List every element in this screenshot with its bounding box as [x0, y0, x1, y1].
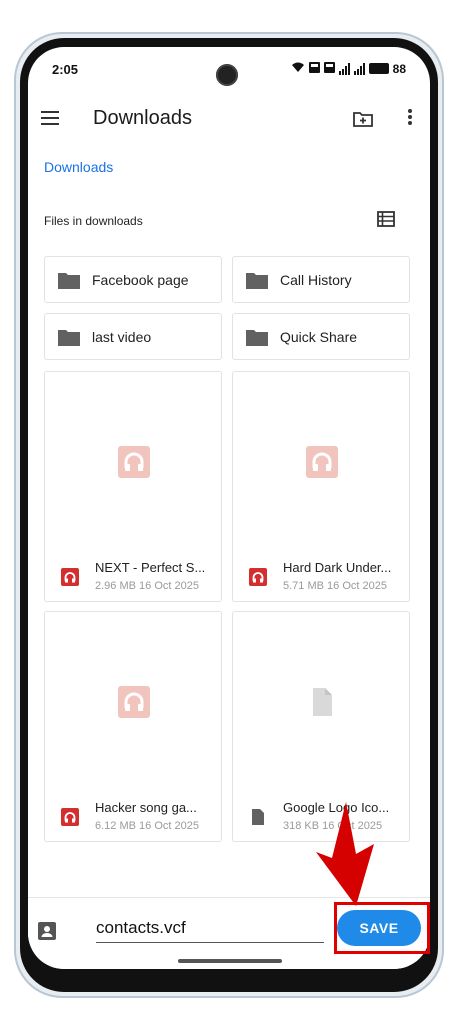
- file-meta: 318 KB 16 Oct 2025: [283, 820, 383, 832]
- wifi-icon: [291, 61, 305, 76]
- document-thumbnail-icon: [306, 686, 338, 718]
- new-folder-icon[interactable]: [351, 107, 375, 131]
- audio-file-icon: [61, 808, 81, 828]
- app-bar: Downloads: [28, 97, 430, 147]
- contact-card-icon: [38, 922, 58, 942]
- folder-item[interactable]: Call History: [232, 256, 410, 303]
- folder-icon: [58, 328, 80, 346]
- file-item[interactable]: NEXT - Perfect S... 2.96 MB 16 Oct 2025: [44, 371, 222, 602]
- file-name: NEXT - Perfect S...: [95, 560, 206, 575]
- volte1-icon: [308, 61, 320, 76]
- breadcrumb[interactable]: Downloads: [44, 159, 113, 175]
- folder-name: Quick Share: [280, 329, 358, 345]
- audio-thumbnail-icon: [118, 686, 150, 718]
- status-icons: 88: [291, 61, 406, 76]
- file-name: Google Logo Ico...: [283, 800, 390, 815]
- folder-item[interactable]: Facebook page: [44, 256, 222, 303]
- battery-icon: [368, 63, 389, 74]
- menu-icon[interactable]: [38, 107, 62, 131]
- audio-file-icon: [61, 568, 81, 588]
- audio-thumbnail-icon: [118, 446, 150, 478]
- more-vert-icon[interactable]: [398, 107, 422, 131]
- file-name: Hard Dark Under...: [283, 560, 392, 575]
- volte2-icon: [323, 61, 335, 76]
- file-name: Hacker song ga...: [95, 800, 197, 815]
- home-indicator[interactable]: [178, 959, 282, 963]
- folder-icon: [246, 328, 268, 346]
- screen: 2:05 88 Downloads Downloads Files in dow…: [28, 47, 430, 969]
- file-item[interactable]: Hacker song ga... 6.12 MB 16 Oct 2025: [44, 611, 222, 842]
- section-label: Files in downloads: [44, 214, 143, 228]
- page-title: Downloads: [93, 107, 192, 129]
- status-bar: 2:05 88: [28, 47, 430, 93]
- list-view-icon[interactable]: [376, 209, 400, 233]
- battery-level: 88: [392, 61, 406, 76]
- file-meta: 5.71 MB 16 Oct 2025: [283, 580, 387, 592]
- folder-name: Call History: [280, 272, 352, 288]
- signal1-icon: [338, 62, 350, 75]
- file-meta: 2.96 MB 16 Oct 2025: [95, 580, 199, 592]
- file-meta: 6.12 MB 16 Oct 2025: [95, 820, 199, 832]
- status-time: 2:05: [52, 62, 79, 77]
- front-camera: [216, 64, 238, 86]
- folder-name: Facebook page: [92, 272, 189, 288]
- save-button[interactable]: SAVE: [337, 910, 421, 946]
- folder-item[interactable]: last video: [44, 313, 222, 360]
- file-item[interactable]: Hard Dark Under... 5.71 MB 16 Oct 2025: [232, 371, 410, 602]
- audio-file-icon: [249, 568, 269, 588]
- folder-icon: [58, 271, 80, 289]
- audio-thumbnail-icon: [306, 446, 338, 478]
- signal2-icon: [353, 62, 365, 75]
- file-item[interactable]: Google Logo Ico... 318 KB 16 Oct 2025: [232, 611, 410, 842]
- folder-item[interactable]: Quick Share: [232, 313, 410, 360]
- folder-name: last video: [92, 329, 152, 345]
- folder-icon: [246, 271, 268, 289]
- filename-input[interactable]: [96, 914, 324, 943]
- document-file-icon: [249, 808, 269, 828]
